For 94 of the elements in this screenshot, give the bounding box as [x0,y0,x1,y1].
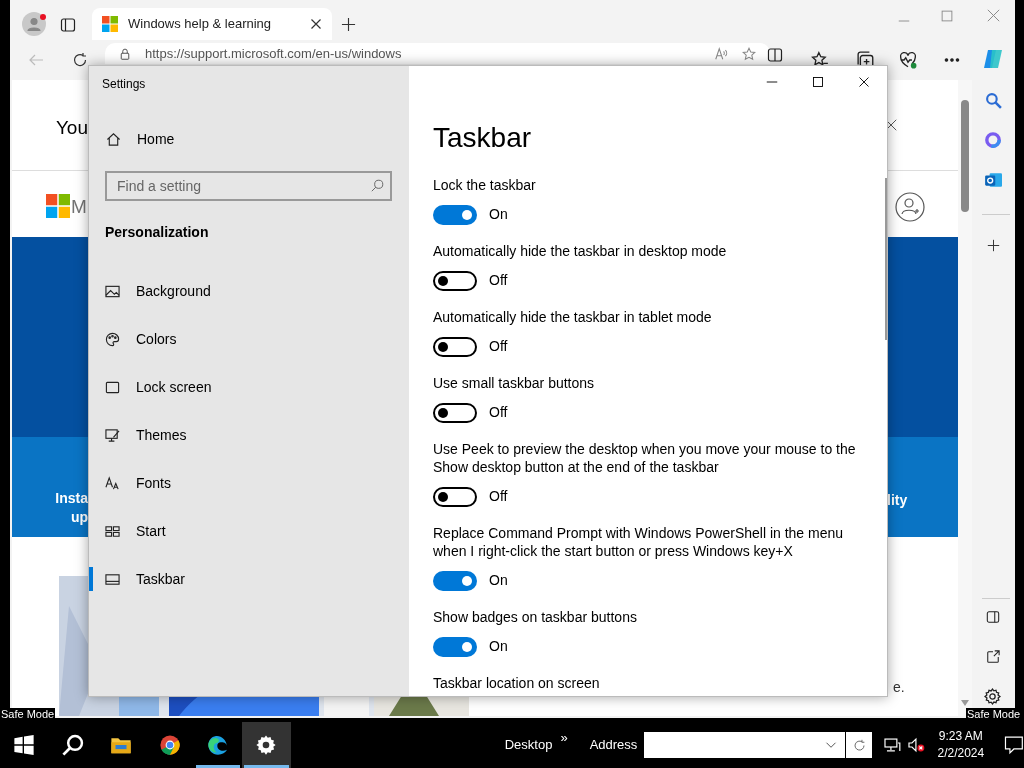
banner-text: lity [887,491,908,510]
chrome-icon [158,734,181,756]
option-label: Taskbar location on screen [433,674,601,692]
option-label: Lock the taskbar [433,176,537,194]
search-icon[interactable] [985,92,1002,109]
option-label: Automatically hide the taskbar in tablet mode [433,308,713,326]
browser-tab[interactable]: Windows help & learning [92,8,332,40]
add-icon[interactable] [987,239,1000,252]
nav-item[interactable]: Themes [89,411,409,459]
windows-logo-icon [102,16,118,32]
home-icon [106,131,121,147]
toggle-switch[interactable] [433,204,477,225]
settings-icon [255,734,278,756]
heart-pulse-icon[interactable] [899,51,917,69]
lock-icon [105,379,120,395]
toolbar-label: Desktop [504,736,553,755]
notification-icon[interactable] [1004,735,1024,755]
star-icon[interactable] [742,46,756,61]
start-icon [105,523,120,539]
clock[interactable]: 9:23 AM 2/2/2024 [937,728,985,762]
scrollbar-thumb[interactable] [885,178,887,340]
themes-icon [105,427,120,443]
toggle-state-label: On [489,637,508,656]
toggle-state-label: On [489,205,508,224]
search-icon [61,734,84,756]
option-label: Use Peek to preview the desktop when you move your mouse to the Show desktop button at the end of the taskbar [433,440,857,476]
safe-mode-text: Safe Mode [966,708,1022,721]
windows-icon [13,734,36,756]
logo-text: M [71,195,87,219]
home-nav-item[interactable]: Home [89,119,409,159]
option-label: Automatically hide the taskbar in desktop mode [433,242,728,260]
toggle-state-label: Off [489,487,508,506]
ring-icon[interactable] [984,131,1002,149]
toggle-switch[interactable] [433,402,477,423]
toggle-switch[interactable] [433,570,477,591]
refresh-icon [852,738,866,752]
option-label: Replace Command Prompt with Windows PowerShell in the menu when I right-click the start button or press Windows key+X [433,524,845,560]
page-text: e. [893,678,905,697]
mail-app-icon[interactable] [984,171,1002,189]
taskbar-button[interactable] [242,722,291,768]
taskbar-icon [105,571,120,587]
toggle-switch[interactable] [433,336,477,357]
nav-item[interactable]: Fonts [89,459,409,507]
toggle-switch[interactable] [433,636,477,657]
scrollbar-thumb[interactable] [961,100,969,212]
page-title: Taskbar [433,121,533,155]
toggle-switch[interactable] [433,486,477,507]
nav-item[interactable]: Start [89,507,409,555]
toggle-switch[interactable] [433,270,477,291]
toggle-state-label: Off [489,403,508,422]
maximize-icon[interactable] [812,76,824,88]
toolbar-label: Address [589,736,638,755]
new-tab-icon[interactable] [341,17,356,32]
nav-item[interactable]: Lock screen [89,363,409,411]
fonts-icon [105,475,120,491]
volume-muted-icon[interactable] [907,737,926,753]
page-heading: You [55,116,88,140]
toggle-state-label: Off [489,271,508,290]
network-icon[interactable] [883,737,902,753]
split-screen-icon[interactable] [767,47,783,63]
search-field[interactable]: Find a setting [105,171,392,201]
search-icon [371,179,384,192]
sidebar-panel-icon[interactable] [986,610,1000,624]
profile-button[interactable] [22,12,46,36]
banner-text: Insta [55,489,88,508]
safe-mode-text: Safe Mode [0,708,56,721]
tab-actions-icon[interactable] [60,17,76,33]
background-icon [105,283,120,299]
window-title: Settings [102,76,146,93]
close-icon[interactable] [858,76,870,88]
colors-icon [105,331,120,347]
close-icon[interactable] [310,18,322,30]
person-icon [26,16,42,32]
account-icon[interactable] [895,192,925,222]
lock-icon [119,47,131,60]
chevron-button[interactable]: » [560,728,568,748]
copilot-icon[interactable] [981,47,1005,71]
external-link-icon[interactable] [986,650,1000,664]
toggle-state-label: Off [489,337,508,356]
option-label: Show badges on taskbar buttons [433,608,638,626]
section-heading: Personalization [105,223,210,242]
read-aloud-icon[interactable] [714,46,728,61]
refresh-button[interactable] [846,732,872,758]
nav-item[interactable]: Colors [89,315,409,363]
banner-text: up [70,508,88,527]
scroll-down-icon[interactable] [961,700,969,706]
address-bar[interactable]: https://support.microsoft.com/en-us/windows [105,43,770,64]
option-label: Use small taskbar buttons [433,374,596,392]
toggle-state-label: On [489,571,508,590]
settings-icon[interactable] [984,688,1001,705]
microsoft-logo-icon [46,194,70,218]
nav-item[interactable]: Background [89,267,409,315]
refresh-icon[interactable] [72,52,88,68]
address-field[interactable] [644,732,846,758]
